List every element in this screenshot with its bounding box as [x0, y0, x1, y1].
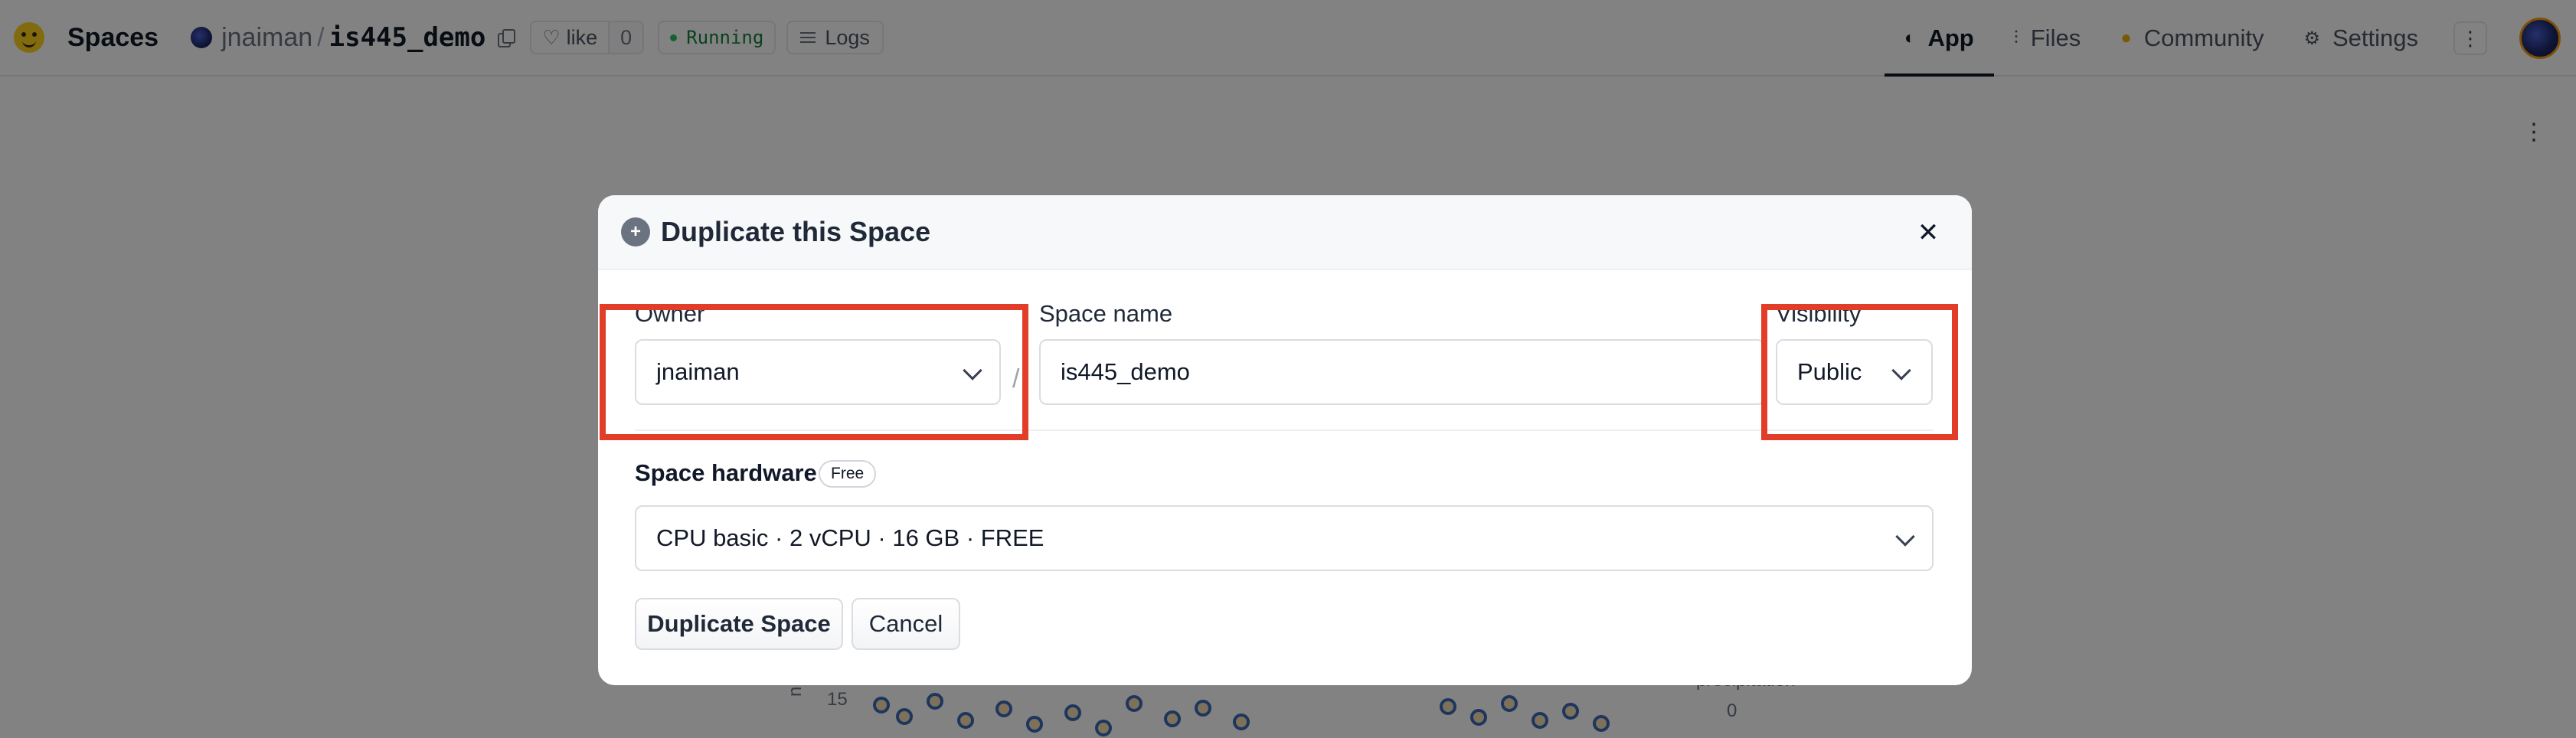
space-hardware-value: CPU basic · 2 vCPU · 16 GB · FREE	[656, 524, 1044, 551]
cancel-button[interactable]: Cancel	[852, 598, 960, 650]
space-name-value: is445_demo	[1061, 358, 1190, 385]
duplicate-icon: +	[621, 217, 650, 247]
space-name-label: Space name	[1039, 300, 1173, 327]
visibility-highlight-box	[1761, 304, 1958, 440]
duplicate-space-button[interactable]: Duplicate Space	[635, 598, 843, 650]
space-name-input[interactable]: is445_demo	[1039, 339, 1765, 405]
chevron-down-icon	[1895, 527, 1915, 547]
space-hardware-select[interactable]: CPU basic · 2 vCPU · 16 GB · FREE	[635, 505, 1934, 571]
dialog-title: Duplicate this Space	[661, 216, 931, 247]
owner-highlight-box	[600, 304, 1028, 440]
space-hardware-label: Space hardware	[635, 459, 817, 486]
dialog-header: + Duplicate this Space ✕	[598, 195, 1972, 270]
free-badge: Free	[819, 460, 877, 488]
close-icon[interactable]: ✕	[1907, 212, 1949, 253]
